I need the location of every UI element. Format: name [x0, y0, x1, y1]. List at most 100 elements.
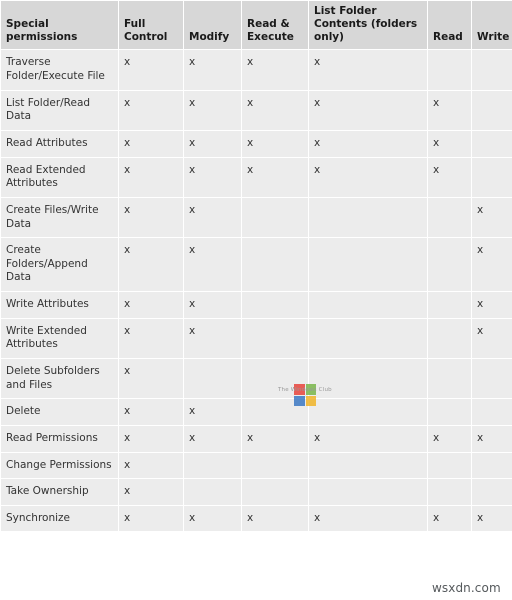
permission-mark-cell-empty — [472, 358, 512, 399]
column-header-list-folder-contents: List Folder Contents (folders only) — [309, 1, 427, 50]
permission-mark-cell-empty — [428, 292, 471, 318]
table-row: Write Attributes x x x — [1, 292, 512, 318]
permission-mark-cell-checked: x — [428, 157, 471, 197]
permission-mark-cell-empty — [309, 238, 427, 292]
table-row: Delete Subfolders and Files x — [1, 358, 512, 399]
table-row: Read Attributes x x x x x — [1, 130, 512, 157]
permission-name-cell: Delete Subfolders and Files — [1, 358, 118, 399]
permission-mark-cell-empty — [472, 399, 512, 425]
column-header-modify: Modify — [184, 1, 241, 50]
table-row: Synchronize x x x x x x — [1, 505, 512, 532]
permission-mark-cell-empty — [428, 399, 471, 425]
permission-mark-cell-empty — [309, 292, 427, 318]
permission-mark-cell-checked: x — [472, 238, 512, 292]
table-row: Traverse Folder/Execute File x x x x — [1, 50, 512, 90]
permission-mark-cell-checked: x — [184, 505, 241, 532]
permission-mark-cell-checked: x — [119, 505, 183, 532]
table-row: Create Folders/Append Data x x x — [1, 238, 512, 292]
permission-name-cell: Delete — [1, 399, 118, 425]
permission-mark-cell-checked: x — [242, 425, 308, 452]
permission-mark-cell-checked: x — [472, 318, 512, 358]
permission-mark-cell-checked: x — [184, 238, 241, 292]
permission-mark-cell-empty — [428, 50, 471, 90]
permission-mark-cell-checked: x — [472, 197, 512, 238]
permission-mark-cell-checked: x — [472, 292, 512, 318]
permission-mark-cell-checked: x — [309, 157, 427, 197]
permission-mark-cell-empty — [472, 479, 512, 505]
permission-mark-cell-checked: x — [309, 425, 427, 452]
permission-mark-cell-empty — [309, 399, 427, 425]
table-row: Read Extended Attributes x x x x x — [1, 157, 512, 197]
permission-mark-cell-empty — [242, 238, 308, 292]
column-header-special-permissions: Special permissions — [1, 1, 118, 50]
table-row: Read Permissions x x x x x x — [1, 425, 512, 452]
permission-mark-cell-empty — [309, 358, 427, 399]
permission-mark-cell-checked: x — [428, 130, 471, 157]
permission-name-cell: Create Folders/Append Data — [1, 238, 118, 292]
permission-mark-cell-checked: x — [309, 50, 427, 90]
permission-name-cell: Read Permissions — [1, 425, 118, 452]
permission-mark-cell-checked: x — [309, 130, 427, 157]
permission-mark-cell-checked: x — [184, 425, 241, 452]
permission-mark-cell-checked: x — [184, 157, 241, 197]
permission-mark-cell-checked: x — [119, 399, 183, 425]
permission-mark-cell-checked: x — [184, 292, 241, 318]
permission-name-cell: Take Ownership — [1, 479, 118, 505]
permission-mark-cell-checked: x — [184, 318, 241, 358]
table-header: Special permissions Full Control Modify … — [1, 1, 512, 50]
permission-mark-cell-checked: x — [119, 318, 183, 358]
permission-mark-cell-checked: x — [119, 425, 183, 452]
permission-mark-cell-empty — [309, 318, 427, 358]
permission-mark-cell-checked: x — [119, 157, 183, 197]
permission-mark-cell-empty — [242, 197, 308, 238]
permission-mark-cell-empty — [428, 358, 471, 399]
permission-mark-cell-empty — [472, 50, 512, 90]
permission-mark-cell-empty — [428, 452, 471, 479]
permission-mark-cell-empty — [242, 452, 308, 479]
table-row: Take Ownership x — [1, 479, 512, 505]
permission-name-cell: Write Attributes — [1, 292, 118, 318]
permission-mark-cell-empty — [472, 452, 512, 479]
permission-mark-cell-checked: x — [184, 130, 241, 157]
permission-mark-cell-checked: x — [184, 90, 241, 130]
permission-mark-cell-checked: x — [309, 505, 427, 532]
permission-mark-cell-checked: x — [119, 197, 183, 238]
permission-mark-cell-checked: x — [472, 425, 512, 452]
permission-name-cell: Read Extended Attributes — [1, 157, 118, 197]
table-row: Write Extended Attributes x x x — [1, 318, 512, 358]
permission-mark-cell-checked: x — [119, 292, 183, 318]
permission-mark-cell-checked: x — [242, 130, 308, 157]
permission-mark-cell-empty — [242, 292, 308, 318]
permission-name-cell: List Folder/Read Data — [1, 90, 118, 130]
permission-mark-cell-empty — [184, 452, 241, 479]
permission-mark-cell-empty — [428, 479, 471, 505]
permission-mark-cell-checked: x — [119, 90, 183, 130]
permission-mark-cell-checked: x — [428, 505, 471, 532]
permission-mark-cell-checked: x — [428, 90, 471, 130]
permission-mark-cell-empty — [472, 90, 512, 130]
permission-mark-cell-empty — [428, 318, 471, 358]
permission-mark-cell-empty — [472, 157, 512, 197]
permission-mark-cell-checked: x — [119, 238, 183, 292]
permission-mark-cell-checked: x — [242, 157, 308, 197]
permission-mark-cell-checked: x — [472, 505, 512, 532]
column-header-read: Read — [428, 1, 471, 50]
column-header-read-execute: Read & Execute — [242, 1, 308, 50]
column-header-full-control: Full Control — [119, 1, 183, 50]
permission-mark-cell-empty — [428, 238, 471, 292]
permission-mark-cell-empty — [309, 452, 427, 479]
permission-mark-cell-checked: x — [119, 479, 183, 505]
permission-mark-cell-empty — [242, 479, 308, 505]
permission-mark-cell-checked: x — [119, 50, 183, 90]
permission-name-cell: Change Permissions — [1, 452, 118, 479]
table-row: List Folder/Read Data x x x x x — [1, 90, 512, 130]
permission-mark-cell-checked: x — [119, 358, 183, 399]
ntfs-special-permissions-table: Special permissions Full Control Modify … — [0, 0, 512, 533]
permission-name-cell: Synchronize — [1, 505, 118, 532]
table-row: Delete x x — [1, 399, 512, 425]
permission-mark-cell-empty — [309, 197, 427, 238]
site-watermark: wsxdn.com — [432, 581, 501, 595]
permission-mark-cell-empty — [242, 318, 308, 358]
permission-mark-cell-empty — [242, 399, 308, 425]
permission-mark-cell-checked: x — [184, 399, 241, 425]
